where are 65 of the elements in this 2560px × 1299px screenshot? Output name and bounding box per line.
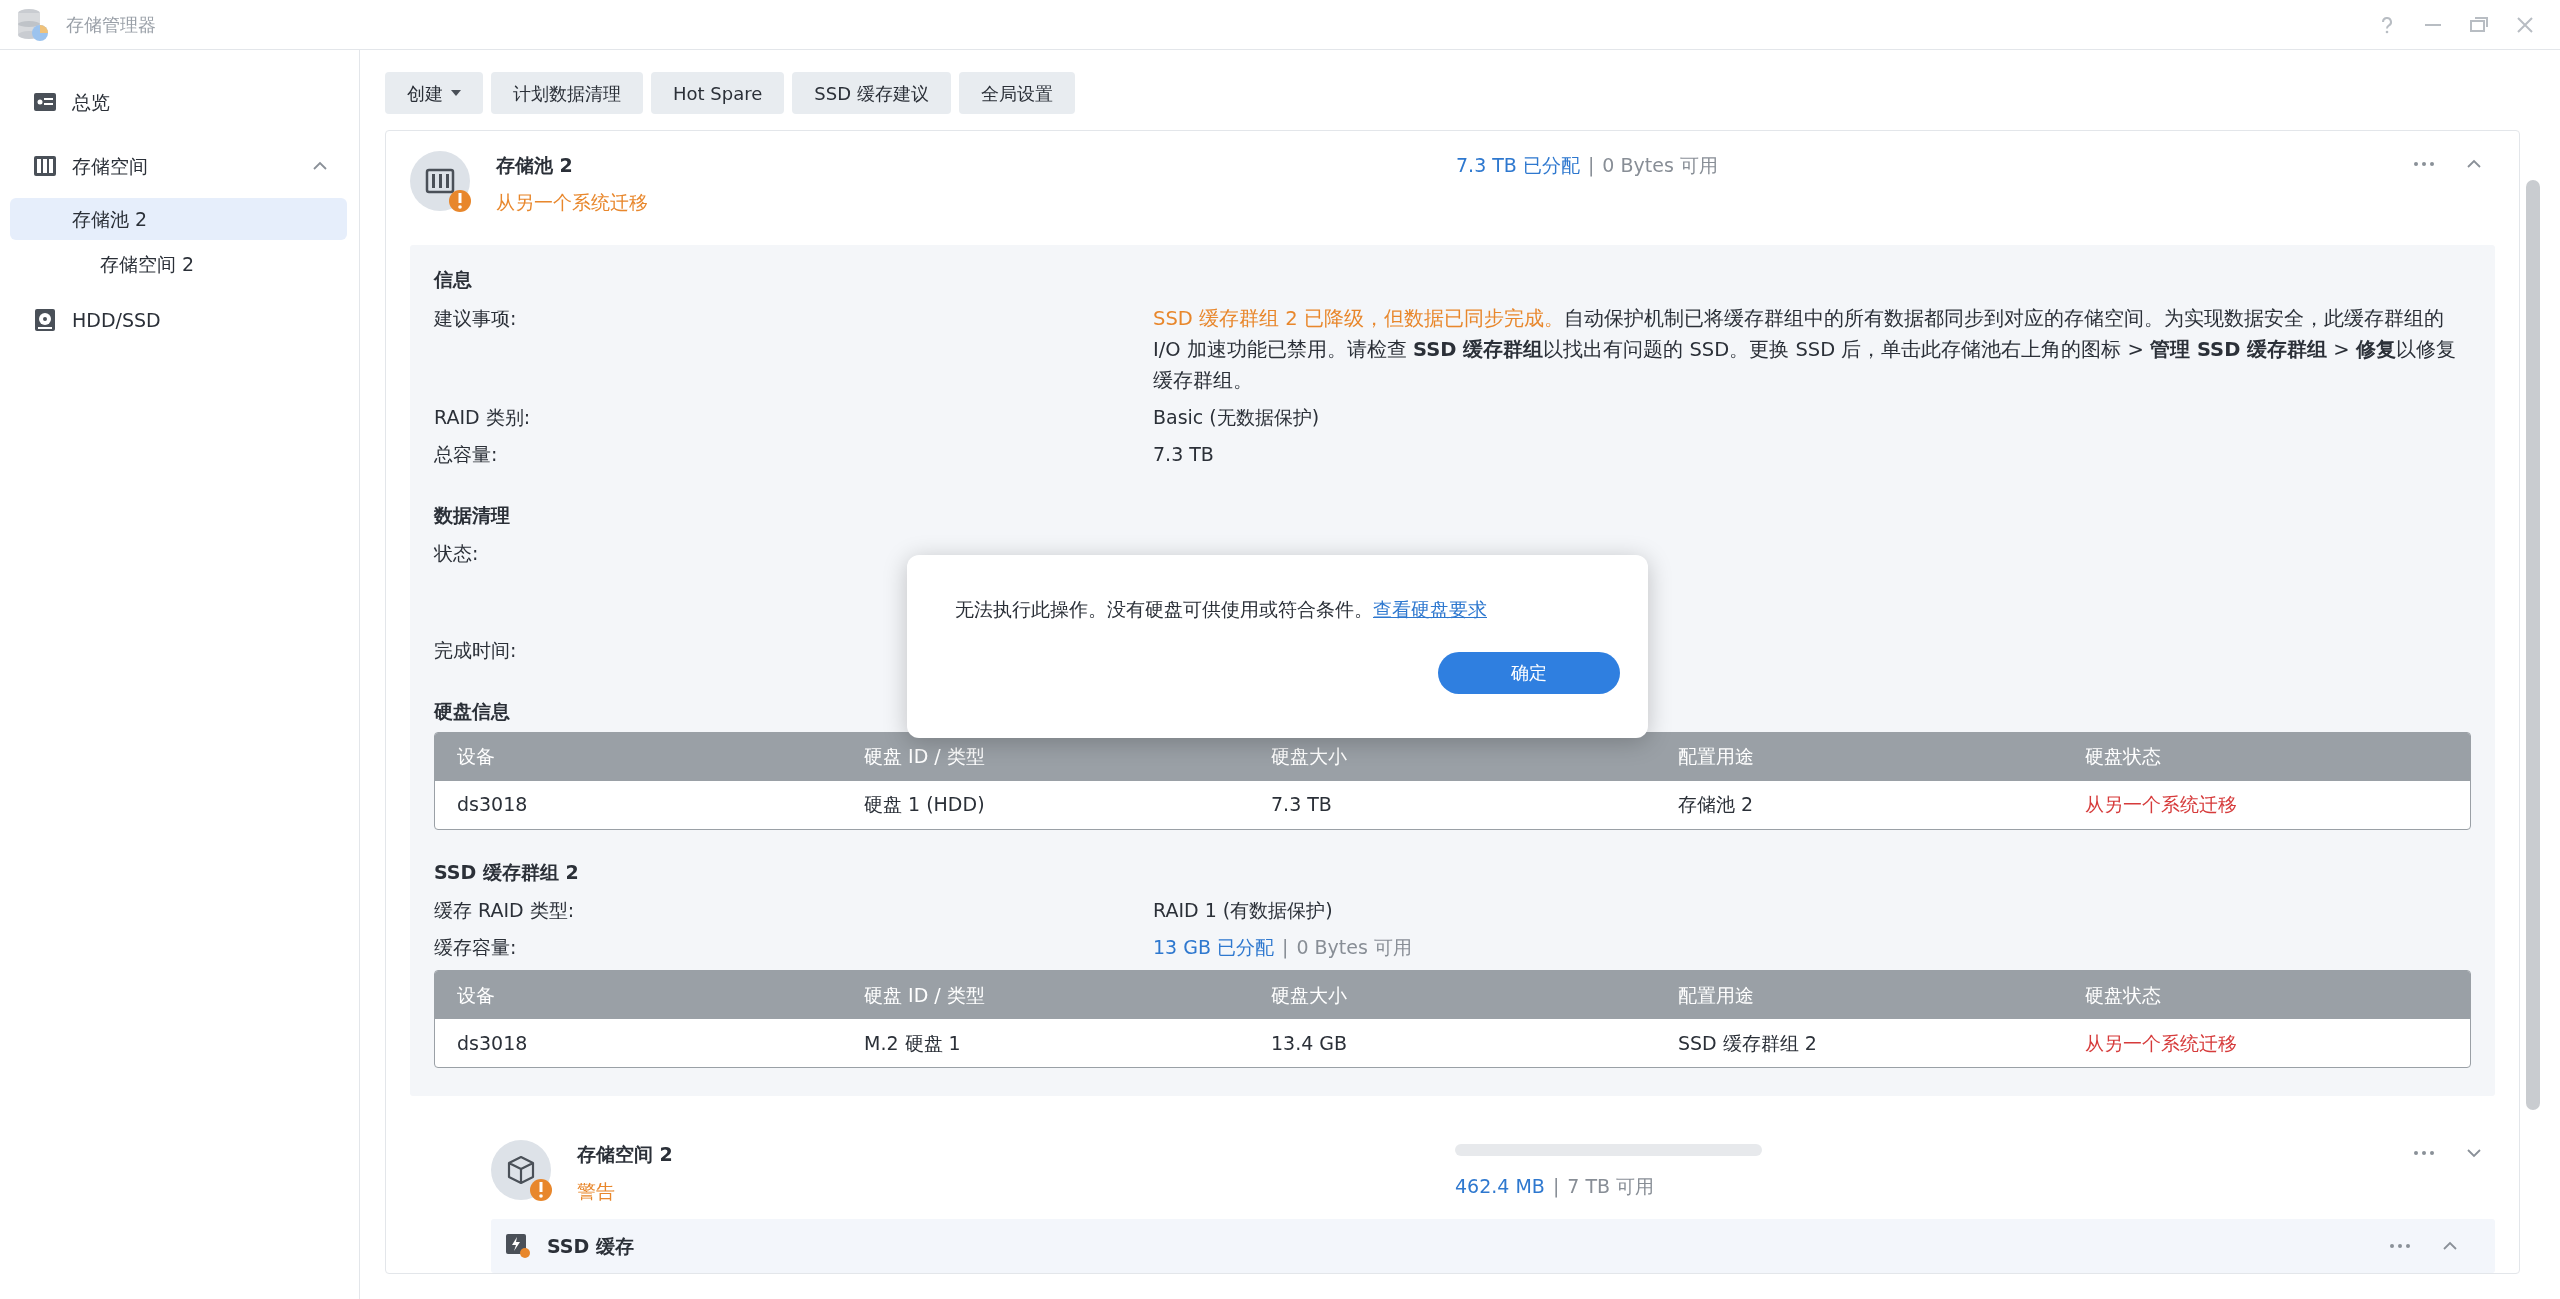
table-cell-text: ds3018	[456, 792, 529, 818]
toolbar-button[interactable]: 创建	[385, 72, 483, 114]
window-title: 存储管理器	[66, 13, 156, 37]
separator: |	[1587, 154, 1595, 176]
column-header: 设备	[435, 971, 842, 1019]
field-value: Basic (无数据保护)	[1153, 404, 1321, 430]
dialog-message: 无法执行此操作。没有硬盘可供使用或符合条件。查看硬盘要求	[955, 597, 1488, 622]
table-cell-text: 7.3 TB	[1270, 792, 1333, 818]
sidebar-item[interactable]: 总览	[0, 70, 359, 134]
field-label: 状态:	[434, 541, 479, 566]
table-cell-text: SSD 缓存群组 2	[1677, 1030, 1818, 1056]
table-cell-text: 硬盘 1 (HDD)	[863, 792, 986, 818]
toolbar-button[interactable]: Hot Spare	[651, 72, 785, 114]
field-label: 缓存 RAID 类型:	[434, 898, 575, 923]
field-label: 建议事项:	[434, 305, 517, 331]
table-cell-text: ds3018	[456, 1030, 529, 1056]
pool-name: 存储池 2	[496, 153, 574, 178]
storage-icon	[32, 153, 58, 179]
field-value: 7.3 TB	[1153, 441, 1215, 467]
separator: |	[1282, 936, 1289, 958]
column-header: 硬盘状态	[2063, 971, 2470, 1019]
cache-available: 0 Bytes 可用	[1296, 936, 1412, 958]
cache-allocated: 13 GB 已分配	[1153, 936, 1274, 958]
pool-available: 0 Bytes 可用	[1602, 154, 1718, 176]
table-cell-text: 13.4 GB	[1270, 1030, 1349, 1056]
ssd-cache-icon	[505, 1233, 531, 1259]
toolbar-button[interactable]: SSD 缓存建议	[792, 72, 951, 114]
sidebar-item[interactable]: 存储空间 2	[10, 240, 347, 288]
pool-status: 从另一个系统迁移	[496, 189, 649, 215]
requirements-link[interactable]: 查看硬盘要求	[1373, 598, 1487, 620]
section-heading: 硬盘信息	[434, 699, 511, 724]
table-cell-text: 从另一个系统迁移	[2084, 1030, 2238, 1056]
field-label: RAID 类别:	[434, 404, 531, 430]
pool-allocated: 7.3 TB 已分配	[1456, 154, 1580, 176]
field-value: RAID 1 (有数据保护)	[1153, 898, 1334, 923]
field-label: 缓存容量:	[434, 935, 517, 960]
advice-text: SSD 缓存群组 2 已降级，但数据已同步完成。自动保护机制已将缓存群组中的所有数据都同步到对应的存储空间。为实现数据安全，此缓存群组的 I/O 加速功能已禁用。请检查 SSD 缓存群组以找出有问题的 SSD。更换 SSD 后，单击此存储池右上角的图标 > 管理 SSD 缓存群组 > 修复以修复缓存群组。	[1153, 305, 2457, 394]
column-header: 配置用途	[1656, 732, 2063, 781]
ssd-cache-title: SSD 缓存	[547, 1233, 634, 1259]
sidebar-item[interactable]: HDD/SSD	[0, 288, 359, 352]
column-header: 硬盘大小	[1249, 971, 1656, 1019]
table-cell-text: 存储池 2	[1677, 792, 1755, 818]
toolbar-button[interactable]: 全局设置	[958, 72, 1075, 114]
field-label: 总容量:	[434, 441, 498, 467]
section-heading: 信息	[434, 267, 473, 292]
sidebar-item[interactable]: 存储池 2	[10, 198, 347, 240]
table-cell-text: 从另一个系统迁移	[2084, 792, 2238, 818]
toolbar-button[interactable]: 计划数据清理	[491, 72, 643, 114]
volume-name: 存储空间 2	[577, 1142, 674, 1167]
sidebar-item[interactable]: 存储空间	[0, 134, 359, 198]
ok-button[interactable]: 确定	[1438, 651, 1620, 694]
section-heading: 数据清理	[434, 502, 511, 528]
volume-allocated: 462.4 MB	[1455, 1175, 1545, 1197]
table-cell-text: M.2 硬盘 1	[863, 1030, 962, 1056]
column-header: 硬盘 ID / 类型	[842, 971, 1249, 1019]
column-header: 硬盘状态	[2063, 732, 2470, 781]
column-header: 配置用途	[1656, 971, 2063, 1019]
separator: |	[1552, 1175, 1560, 1197]
column-header: 设备	[435, 732, 842, 781]
storage-manager-icon	[16, 6, 50, 43]
section-heading: SSD 缓存群组 2	[434, 859, 580, 885]
volume-available: 7 TB 可用	[1567, 1175, 1655, 1197]
volume-status: 警告	[577, 1178, 616, 1204]
scroll-bar[interactable]	[2526, 180, 2540, 1110]
field-label: 完成时间:	[434, 638, 517, 663]
